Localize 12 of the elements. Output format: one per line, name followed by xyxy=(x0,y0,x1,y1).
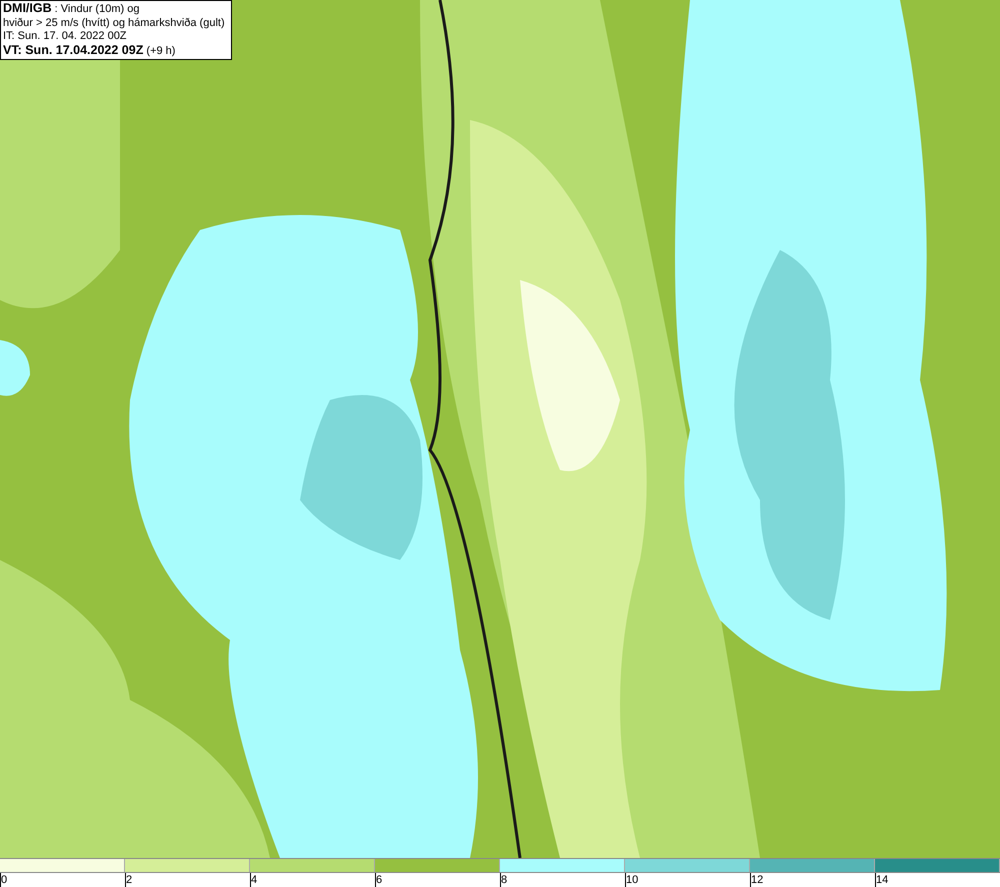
tick-label: 0 xyxy=(1,874,8,886)
tick-label: 10 xyxy=(626,874,638,886)
info-text: VT: Sun. 17.04.2022 09Z (+9 h) xyxy=(3,44,176,58)
tick-label: 14 xyxy=(876,874,888,886)
tick-label: 8 xyxy=(501,874,508,886)
tick-label: 2 xyxy=(126,874,132,886)
tick-label: 6 xyxy=(376,874,382,886)
info-text: DMI/IGB : Vindur (10m) og xyxy=(3,2,140,16)
info-text: IT: Sun. 17. 04. 2022 00Z xyxy=(3,30,128,44)
tick-label: 4 xyxy=(251,874,258,886)
tick-label: 12 xyxy=(751,874,764,886)
info-text: hviður > 25 m/s (hvítt) og hámarkshviða (gult) xyxy=(3,16,225,30)
